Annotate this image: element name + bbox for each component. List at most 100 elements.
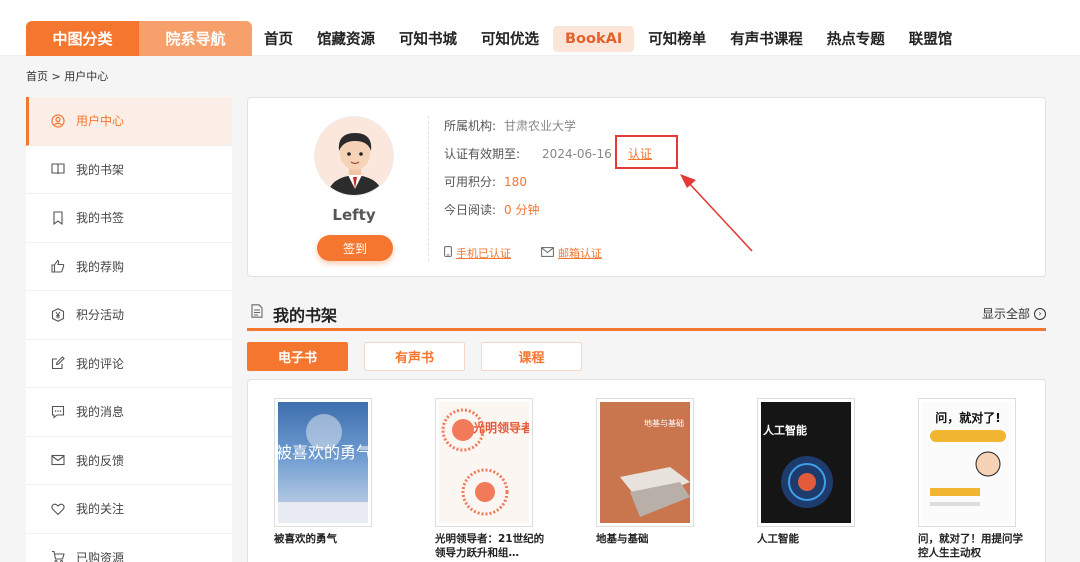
book-cover[interactable]: 地基与基础 — [596, 398, 694, 527]
book-item[interactable]: 光明领导者 光明领导者：21世纪的领导力跃升和组… — [435, 398, 545, 560]
expiry-value: 2024-06-16 — [542, 147, 612, 161]
sidebar-item-label: 我的反馈 — [76, 453, 125, 468]
yen-badge-icon — [50, 307, 66, 323]
sidebar-item-points[interactable]: 积分活动 — [26, 291, 232, 340]
email-verify-label: 邮箱认证 — [558, 247, 602, 260]
sidebar-item-label: 我的书架 — [76, 162, 125, 177]
mail-icon — [50, 452, 66, 468]
sidebar-item-follows[interactable]: 我的关注 — [26, 485, 232, 534]
book-title: 人工智能 — [757, 533, 799, 545]
email-verify-link[interactable]: 邮箱认证 — [541, 245, 602, 261]
points-row: 可用积分: 180 — [444, 173, 527, 190]
book-grid: 被喜欢的勇气 被喜欢的勇气 光明领导者 光明领导者：21世纪的领导力跃升和组… — [247, 379, 1046, 562]
show-all-link[interactable]: 显示全部 › — [982, 305, 1046, 322]
mail-icon — [541, 246, 554, 260]
edit-icon — [50, 355, 66, 371]
username: Lefty — [332, 206, 376, 224]
sidebar-item-comments[interactable]: 我的评论 — [26, 340, 232, 388]
message-icon — [50, 404, 66, 420]
nav-department-button[interactable]: 院系导航 — [139, 21, 252, 56]
tab-courses[interactable]: 课程 — [481, 342, 582, 371]
user-circle-icon — [50, 113, 66, 129]
sidebar-item-label: 我的消息 — [76, 405, 125, 420]
sidebar-item-messages[interactable]: 我的消息 — [26, 388, 232, 437]
sidebar-item-recommend[interactable]: 我的荐购 — [26, 243, 232, 291]
tab-ebooks[interactable]: 电子书 — [247, 342, 348, 371]
cover-title: 地基与基础 — [644, 418, 684, 428]
book-item[interactable]: 地基与基础 地基与基础 — [596, 398, 706, 546]
show-all-label: 显示全部 — [981, 307, 1030, 321]
bookshelf-tabs: 电子书 有声书 课程 — [247, 342, 598, 371]
sidebar-item-bookmarks[interactable]: 我的书签 — [26, 194, 232, 243]
thumb-up-icon — [50, 258, 66, 274]
nav-category-button[interactable]: 中图分类 — [26, 21, 139, 56]
reading-row: 今日阅读: 0 分钟 — [444, 201, 540, 218]
nav-link-topics[interactable]: 热点专题 — [827, 28, 885, 49]
sidebar-item-label: 我的荐购 — [76, 259, 125, 274]
sidebar-item-label: 我的书签 — [76, 211, 125, 226]
top-nav: 中图分类 院系导航 首页 馆藏资源 可知书城 可知优选 BookAI 可知榜单 … — [0, 0, 1080, 56]
bookshelf-title: 我的书架 — [273, 306, 338, 325]
org-row: 所属机构: 甘肃农业大学 — [444, 117, 576, 134]
nav-link-alliance[interactable]: 联盟馆 — [909, 28, 953, 49]
profile-card: Lefty 签到 所属机构: 甘肃农业大学 认证有效期至: 2024-06-16 认… — [247, 97, 1046, 277]
nav-link-collection[interactable]: 馆藏资源 — [317, 28, 375, 49]
nav-link-home[interactable]: 首页 — [264, 28, 293, 49]
sidebar-item-label: 积分活动 — [76, 308, 125, 323]
sidebar-item-label: 用户中心 — [76, 114, 125, 129]
sidebar-item-purchased[interactable]: 已购资源 — [26, 534, 232, 562]
book-title: 光明领导者：21世纪的领导力跃升和组… — [435, 533, 545, 559]
sidebar-item-label: 我的关注 — [76, 502, 125, 517]
sidebar-item-label: 我的评论 — [76, 356, 125, 371]
cover-title: 被喜欢的勇气 — [278, 443, 368, 462]
phone-verified-link[interactable]: 手机已认证 — [444, 245, 511, 261]
bookmark-icon — [50, 210, 66, 226]
sidebar-item-user-center[interactable]: 用户中心 — [26, 97, 232, 146]
book-title: 地基与基础 — [596, 533, 649, 545]
phone-verified-label: 手机已认证 — [456, 247, 511, 260]
org-label: 所属机构: — [444, 119, 497, 133]
avatar — [314, 116, 394, 196]
bookshelf-header: 我的书架 显示全部 › — [247, 297, 1046, 331]
sidebar: 用户中心 我的书架 我的书签 我的荐购 积分活动 我的评论 我的消息 我的反馈 … — [26, 97, 232, 562]
points-label: 可用积分: — [444, 175, 497, 189]
cart-icon — [50, 549, 66, 562]
nav-link-ranking[interactable]: 可知榜单 — [648, 28, 706, 49]
highlight-box — [615, 135, 678, 169]
cover-title: 光明领导者 — [472, 420, 529, 435]
book-cover[interactable]: 光明领导者 — [435, 398, 533, 527]
phone-icon — [444, 246, 452, 260]
cover-title: 人工智能 — [763, 423, 807, 437]
book-cover[interactable]: 被喜欢的勇气 — [274, 398, 372, 527]
book-cover[interactable]: 问，就对了! — [918, 398, 1016, 527]
cover-title: 问，就对了! — [935, 410, 1000, 425]
org-value: 甘肃农业大学 — [504, 119, 577, 133]
book-item[interactable]: 问，就对了! 问，就对了！用提问学控人生主动权 — [918, 398, 1028, 560]
book-title: 被喜欢的勇气 — [274, 533, 337, 545]
sidebar-item-bookshelf[interactable]: 我的书架 — [26, 146, 232, 194]
expiry-row: 认证有效期至: 2024-06-16 — [444, 145, 612, 162]
sidebar-item-label: 已购资源 — [76, 550, 125, 562]
divider — [428, 116, 429, 261]
document-icon — [251, 304, 263, 322]
book-cover[interactable]: 人工智能 — [757, 398, 855, 527]
nav-links: 首页 馆藏资源 可知书城 可知优选 BookAI 可知榜单 有声书课程 热点专题… — [252, 21, 964, 56]
reading-value: 0 分钟 — [504, 203, 540, 217]
book-title: 问，就对了！用提问学控人生主动权 — [918, 533, 1023, 559]
nav-link-selection[interactable]: 可知优选 — [481, 28, 539, 49]
points-value: 180 — [504, 175, 527, 189]
heart-icon — [50, 501, 66, 517]
book-open-icon — [50, 161, 66, 177]
nav-link-bookai[interactable]: BookAI — [553, 25, 635, 52]
nav-link-bookstore[interactable]: 可知书城 — [399, 28, 457, 49]
chevron-right-icon: › — [1034, 307, 1046, 320]
tab-audiobooks[interactable]: 有声书 — [364, 342, 465, 371]
reading-label: 今日阅读: — [444, 203, 497, 217]
nav-link-audiobook[interactable]: 有声书课程 — [730, 28, 803, 49]
book-item[interactable]: 人工智能 人工智能 — [757, 398, 867, 546]
breadcrumb: 首页 > 用户中心 — [26, 70, 109, 83]
sidebar-item-feedback[interactable]: 我的反馈 — [26, 437, 232, 485]
verification-links: 手机已认证 邮箱认证 — [444, 245, 632, 261]
book-item[interactable]: 被喜欢的勇气 被喜欢的勇气 — [274, 398, 384, 546]
signin-button[interactable]: 签到 — [317, 235, 393, 261]
